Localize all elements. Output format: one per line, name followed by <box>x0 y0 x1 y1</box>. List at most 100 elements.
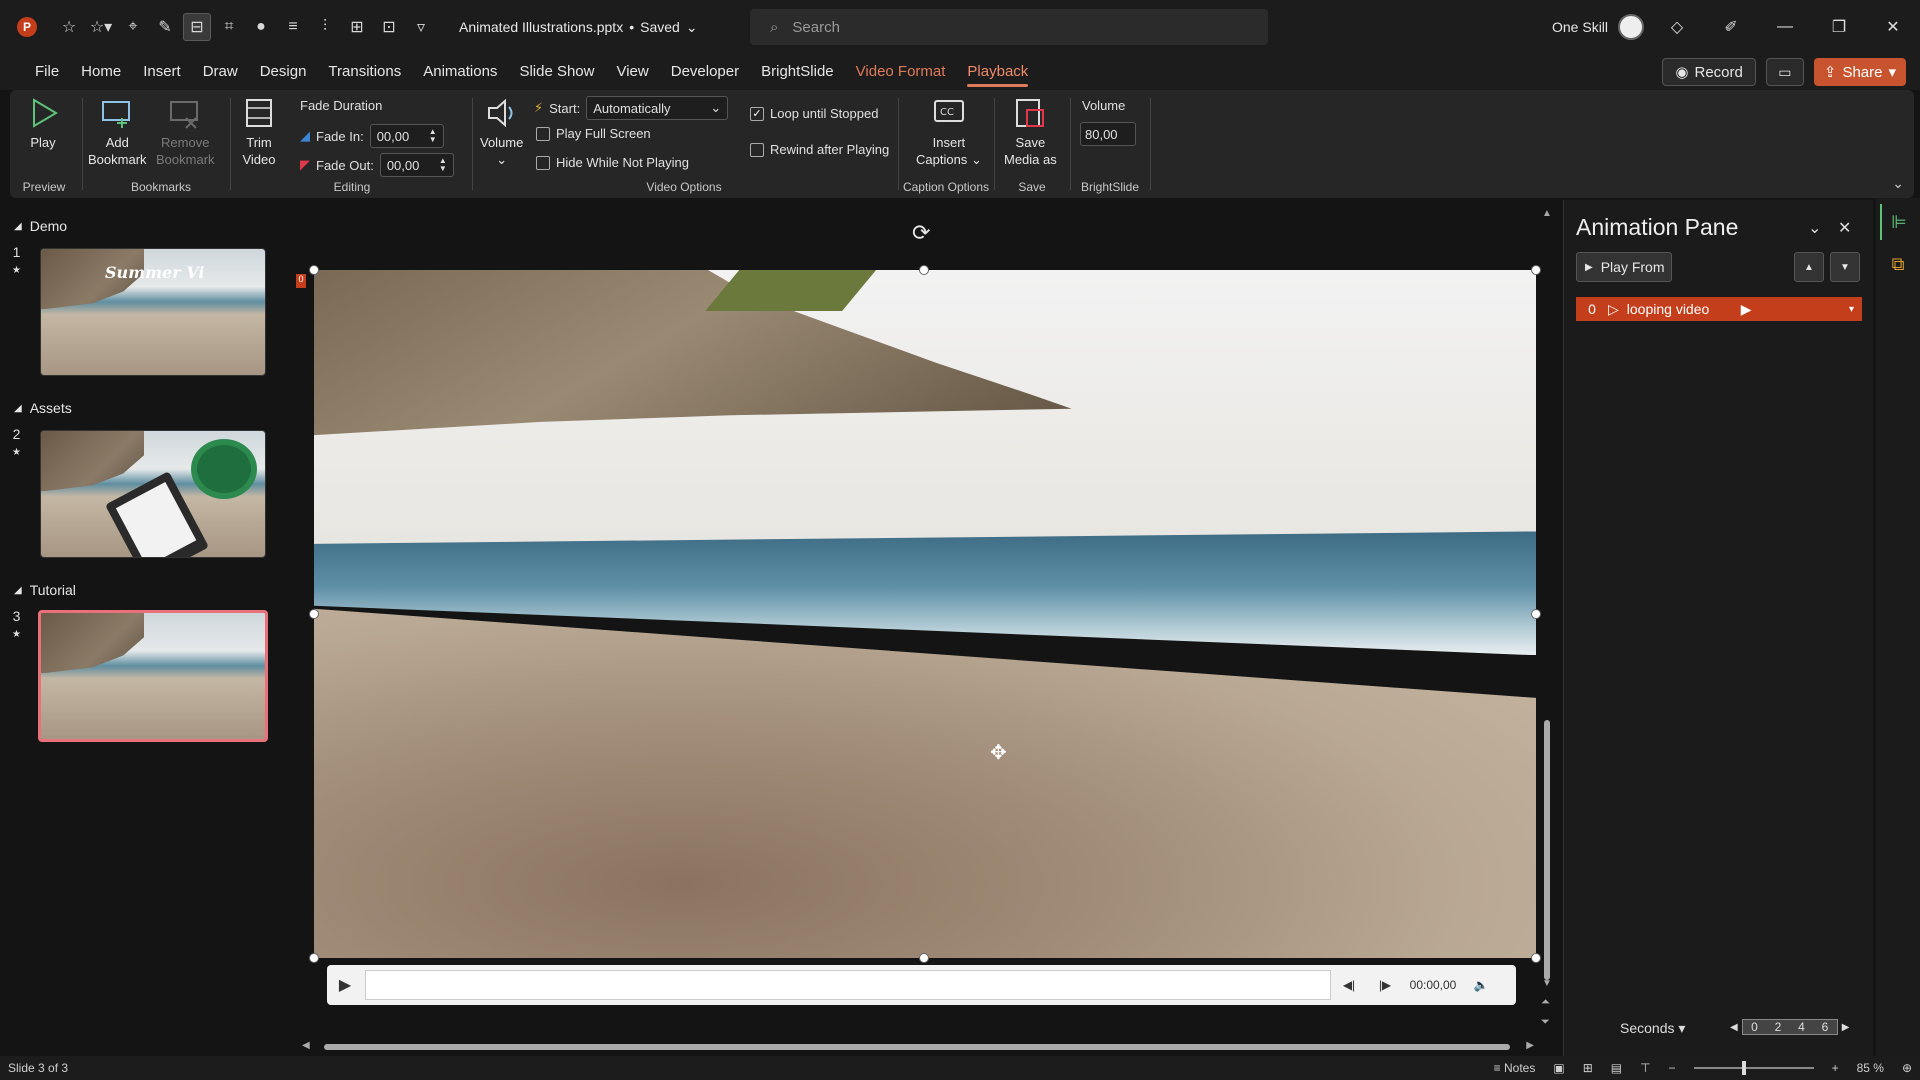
step-forward-icon[interactable]: |▶ <box>1367 978 1403 992</box>
collapse-ribbon-icon[interactable]: ⌄ <box>1892 175 1904 192</box>
volume-button[interactable]: Volume ⌄ <box>480 96 523 168</box>
reading-view-icon[interactable]: ▤ <box>1611 1061 1622 1075</box>
tab-playback[interactable]: Playback <box>956 54 1039 90</box>
horizontal-scrollbar[interactable]: ◀ ▶ <box>298 1040 1538 1054</box>
tab-view[interactable]: View <box>605 54 659 90</box>
comments-button[interactable]: ▭ <box>1765 58 1804 86</box>
timeline-ruler[interactable]: ◀ 0 2 4 6 ▶ <box>1730 1018 1850 1036</box>
customize-qat-icon[interactable]: ▿ <box>407 13 435 41</box>
zoom-slider[interactable] <box>1693 1061 1814 1075</box>
seconds-dropdown[interactable]: Seconds ▾ <box>1620 1020 1685 1037</box>
resize-handle-top-left[interactable] <box>309 265 319 275</box>
play-from-button[interactable]: ▶ Play From <box>1576 252 1672 282</box>
previous-slide-icon[interactable]: ⏶ <box>1541 996 1550 1009</box>
spinner-arrows-icon[interactable]: ▲ ▼ <box>429 128 437 144</box>
align-icon[interactable]: ⊟ <box>183 13 211 41</box>
slide-thumbnail-3[interactable] <box>38 610 268 742</box>
resize-handle-bottom[interactable] <box>919 953 929 963</box>
group-icon[interactable]: ⊡ <box>375 13 403 41</box>
hide-while-not-playing-option[interactable]: Hide While Not Playing <box>536 155 689 170</box>
move-down-button[interactable]: ▼ <box>1830 252 1860 282</box>
rotate-handle-icon[interactable]: ⟳ <box>912 220 930 246</box>
video-seek-bar[interactable] <box>365 970 1331 1000</box>
loop-until-stopped-option[interactable]: ✓ Loop until Stopped <box>750 106 878 121</box>
tab-transitions[interactable]: Transitions <box>317 54 412 90</box>
tab-home[interactable]: Home <box>70 54 132 90</box>
scroll-right-icon[interactable]: ▶ <box>1526 1040 1534 1051</box>
hide-while-not-playing-checkbox[interactable] <box>536 155 550 170</box>
selection-pane-icon[interactable]: ⧉ <box>1880 246 1916 282</box>
trim-video-button[interactable]: Trim Video <box>242 96 276 168</box>
tab-video-format[interactable]: Video Format <box>845 54 957 90</box>
slide-show-view-icon[interactable]: ⊤ <box>1640 1061 1650 1075</box>
remove-bookmark-button[interactable]: Remove Bookmark <box>156 96 215 168</box>
slide-canvas[interactable]: ⟳ 0 ✥ ▶ ◀| |▶ 00:00,00 🔈 ◀ ▶ ▲ ▼ ⏶ ⏷ <box>294 208 1558 1060</box>
close-icon[interactable]: ✕ <box>1866 0 1920 54</box>
pen-icon[interactable]: ✎ <box>151 13 179 41</box>
resize-handle-top[interactable] <box>919 265 929 275</box>
rewind-after-playing-checkbox[interactable] <box>750 142 764 157</box>
share-button[interactable]: ⇪ Share ▾ <box>1813 58 1906 86</box>
scroll-down-icon[interactable]: ▼ <box>1542 978 1552 989</box>
crop-icon[interactable]: ⌗ <box>215 13 243 41</box>
close-pane-icon[interactable]: ✕ <box>1838 218 1851 238</box>
add-bookmark-button[interactable]: Add Bookmark <box>88 96 147 168</box>
timeline-left-icon[interactable]: ◀ <box>1730 1022 1738 1033</box>
zoom-out-icon[interactable]: − <box>1669 1061 1676 1075</box>
scroll-left-icon[interactable]: ◀ <box>302 1040 310 1051</box>
distribute-icon[interactable]: ≡ <box>279 13 307 41</box>
pane-options-chevron-icon[interactable]: ⌄ <box>1808 218 1821 238</box>
tab-design[interactable]: Design <box>249 54 318 90</box>
video-frame[interactable]: ✥ <box>314 270 1536 958</box>
align-center-icon[interactable]: ⫶ <box>311 13 339 41</box>
tab-draw[interactable]: Draw <box>192 54 249 90</box>
minimize-icon[interactable]: — <box>1758 0 1812 54</box>
pen-sparkle-icon[interactable]: ✐ <box>1704 0 1758 54</box>
diamond-icon[interactable]: ◇ <box>1650 0 1704 54</box>
fit-to-window-icon[interactable]: ⊕ <box>1902 1061 1912 1075</box>
section-tutorial[interactable]: ◢ Tutorial <box>14 582 76 598</box>
player-play-icon[interactable]: ▶ <box>327 965 363 1005</box>
vertical-scrollbar[interactable]: ▲ ▼ ⏶ ⏷ <box>1540 208 1554 1038</box>
star-dropdown-icon[interactable]: ☆▾ <box>87 13 115 41</box>
fade-out-spinner[interactable]: 00,00 ▲ ▼ <box>379 153 454 177</box>
next-slide-icon[interactable]: ⏷ <box>1541 1016 1550 1029</box>
animation-list-item[interactable]: 0 ▷ looping video ▶ ▾ <box>1576 297 1862 321</box>
animation-pane-toggle-icon[interactable]: ⊫ <box>1880 204 1916 240</box>
slide-thumbnail-1[interactable]: Summer Vi <box>40 248 266 376</box>
tab-insert[interactable]: Insert <box>132 54 192 90</box>
record-button[interactable]: ◉ Record <box>1662 58 1756 86</box>
slide-thumbnail-2[interactable] <box>40 430 266 558</box>
insert-captions-button[interactable]: CC Insert Captions ⌄ <box>916 96 982 168</box>
resize-handle-bottom-left[interactable] <box>309 953 319 963</box>
item-dropdown-icon[interactable]: ▾ <box>1849 304 1854 315</box>
rewind-after-playing-option[interactable]: Rewind after Playing <box>750 142 889 157</box>
tab-slide-show[interactable]: Slide Show <box>508 54 605 90</box>
tab-file[interactable]: File <box>24 54 70 90</box>
brightslide-volume-input[interactable] <box>1080 122 1136 146</box>
timeline-right-icon[interactable]: ▶ <box>1842 1022 1850 1033</box>
normal-view-icon[interactable]: ▣ <box>1553 1061 1564 1075</box>
play-full-screen-option[interactable]: Play Full Screen <box>536 126 651 141</box>
align-middle-icon[interactable]: ⊞ <box>343 13 371 41</box>
step-back-icon[interactable]: ◀| <box>1331 978 1367 992</box>
loop-until-stopped-checkbox[interactable]: ✓ <box>750 106 764 121</box>
section-assets[interactable]: ◢ Assets <box>14 400 72 416</box>
resize-handle-left[interactable] <box>309 609 319 619</box>
spinner-arrows-icon[interactable]: ▲ ▼ <box>439 157 447 173</box>
player-volume-icon[interactable]: 🔈 <box>1463 978 1499 992</box>
tab-animations[interactable]: Animations <box>412 54 508 90</box>
star-icon[interactable]: ☆ <box>55 13 83 41</box>
play-full-screen-checkbox[interactable] <box>536 126 550 141</box>
shape-fill-icon[interactable]: ● <box>247 13 275 41</box>
slide-sorter-icon[interactable]: ⊞ <box>1583 1061 1593 1075</box>
play-button[interactable]: Play <box>26 96 60 151</box>
target-icon[interactable]: ⌖ <box>119 13 147 41</box>
document-title[interactable]: Animated Illustrations.pptx • Saved ⌄ <box>459 19 698 36</box>
section-demo[interactable]: ◢ Demo <box>14 218 67 234</box>
tab-brightslide[interactable]: BrightSlide <box>750 54 845 90</box>
zoom-level[interactable]: 85 % <box>1857 1061 1884 1075</box>
notes-button[interactable]: ≡ Notes <box>1494 1061 1536 1075</box>
restore-icon[interactable]: ❐ <box>1812 0 1866 54</box>
user-account[interactable]: One Skill <box>1552 14 1645 40</box>
